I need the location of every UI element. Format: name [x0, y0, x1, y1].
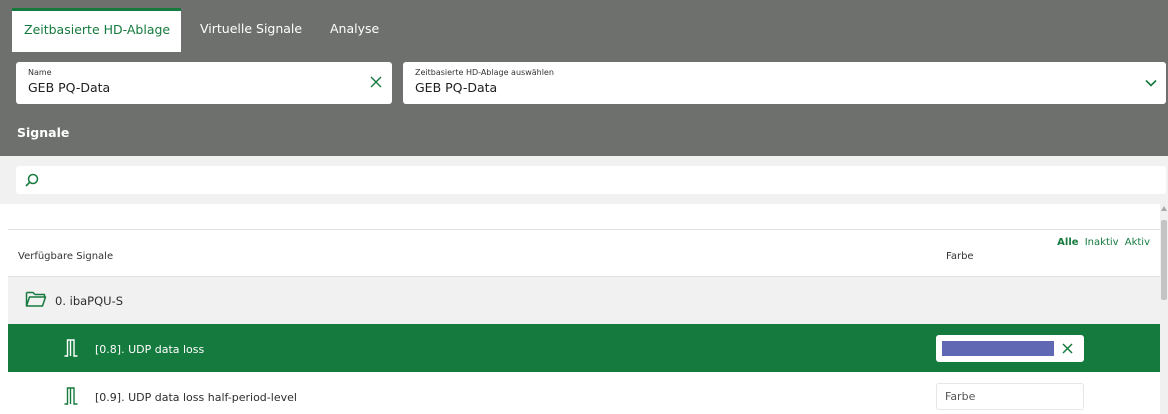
signals-section-title: Signale — [17, 125, 70, 140]
color-swatch[interactable] — [942, 341, 1054, 356]
scroll-up-arrow[interactable] — [1161, 206, 1167, 211]
filter-inactive[interactable]: Inaktiv — [1085, 237, 1119, 248]
name-field-label: Name — [28, 68, 52, 77]
filter-active[interactable]: Aktiv — [1125, 237, 1150, 248]
signal-group[interactable]: 0. ibaPQU-S — [8, 277, 1160, 324]
digital-signal-icon — [64, 387, 78, 405]
signal-row-selected[interactable]: [0.8]. UDP data loss — [8, 324, 1160, 372]
close-icon[interactable] — [1061, 342, 1074, 355]
color-picker[interactable]: Farbe — [936, 383, 1084, 410]
tab-bar: Zeitbasierte HD-Ablage Virtuelle Signale… — [0, 0, 1168, 52]
digital-signal-icon — [64, 339, 78, 357]
signals-section-header: Signale — [0, 110, 1168, 156]
store-select-label: Zeitbasierte HD-Ablage auswählen — [415, 68, 554, 77]
folder-icon — [25, 291, 47, 307]
column-available-signals: Verfügbare Signale — [18, 251, 114, 262]
tab-analyse[interactable]: Analyse — [330, 8, 379, 52]
search-box[interactable] — [16, 166, 1166, 194]
scrollbar-thumb[interactable] — [1161, 220, 1167, 300]
chevron-down-icon[interactable] — [1144, 76, 1158, 90]
color-picker[interactable] — [936, 335, 1084, 362]
store-select-value[interactable]: GEB PQ-Data — [415, 80, 497, 95]
store-select[interactable]: Zeitbasierte HD-Ablage auswählen GEB PQ-… — [403, 62, 1166, 104]
signal-row-label: [0.8]. UDP data loss — [95, 343, 205, 356]
signal-list: Verfügbare Signale Farbe 0. ibaPQU-S [0.… — [8, 204, 1160, 414]
name-field[interactable]: Name GEB PQ-Data — [16, 62, 392, 104]
filter-all[interactable]: Alle — [1057, 237, 1078, 248]
search-zone — [0, 156, 1168, 204]
close-icon[interactable] — [368, 74, 384, 90]
search-input[interactable] — [46, 169, 1146, 191]
status-filters: Alle Inaktiv Aktiv — [1054, 237, 1150, 248]
column-color: Farbe — [946, 251, 974, 262]
name-field-value[interactable]: GEB PQ-Data — [28, 80, 110, 95]
table-header: Verfügbare Signale Farbe — [8, 229, 1160, 277]
signal-row-label: [0.9]. UDP data loss half-period-level — [95, 391, 297, 404]
field-row: Name GEB PQ-Data Zeitbasierte HD-Ablage … — [0, 52, 1168, 110]
signal-group-label: 0. ibaPQU-S — [55, 294, 124, 308]
signal-row[interactable]: [0.9]. UDP data loss half-period-level F… — [8, 372, 1160, 414]
tab-zeitbasierte-hd-ablage[interactable]: Zeitbasierte HD-Ablage — [12, 8, 181, 52]
color-placeholder: Farbe — [945, 390, 976, 403]
scrollbar[interactable] — [1160, 204, 1168, 414]
search-icon — [25, 173, 39, 187]
tab-virtuelle-signale[interactable]: Virtuelle Signale — [200, 8, 302, 52]
